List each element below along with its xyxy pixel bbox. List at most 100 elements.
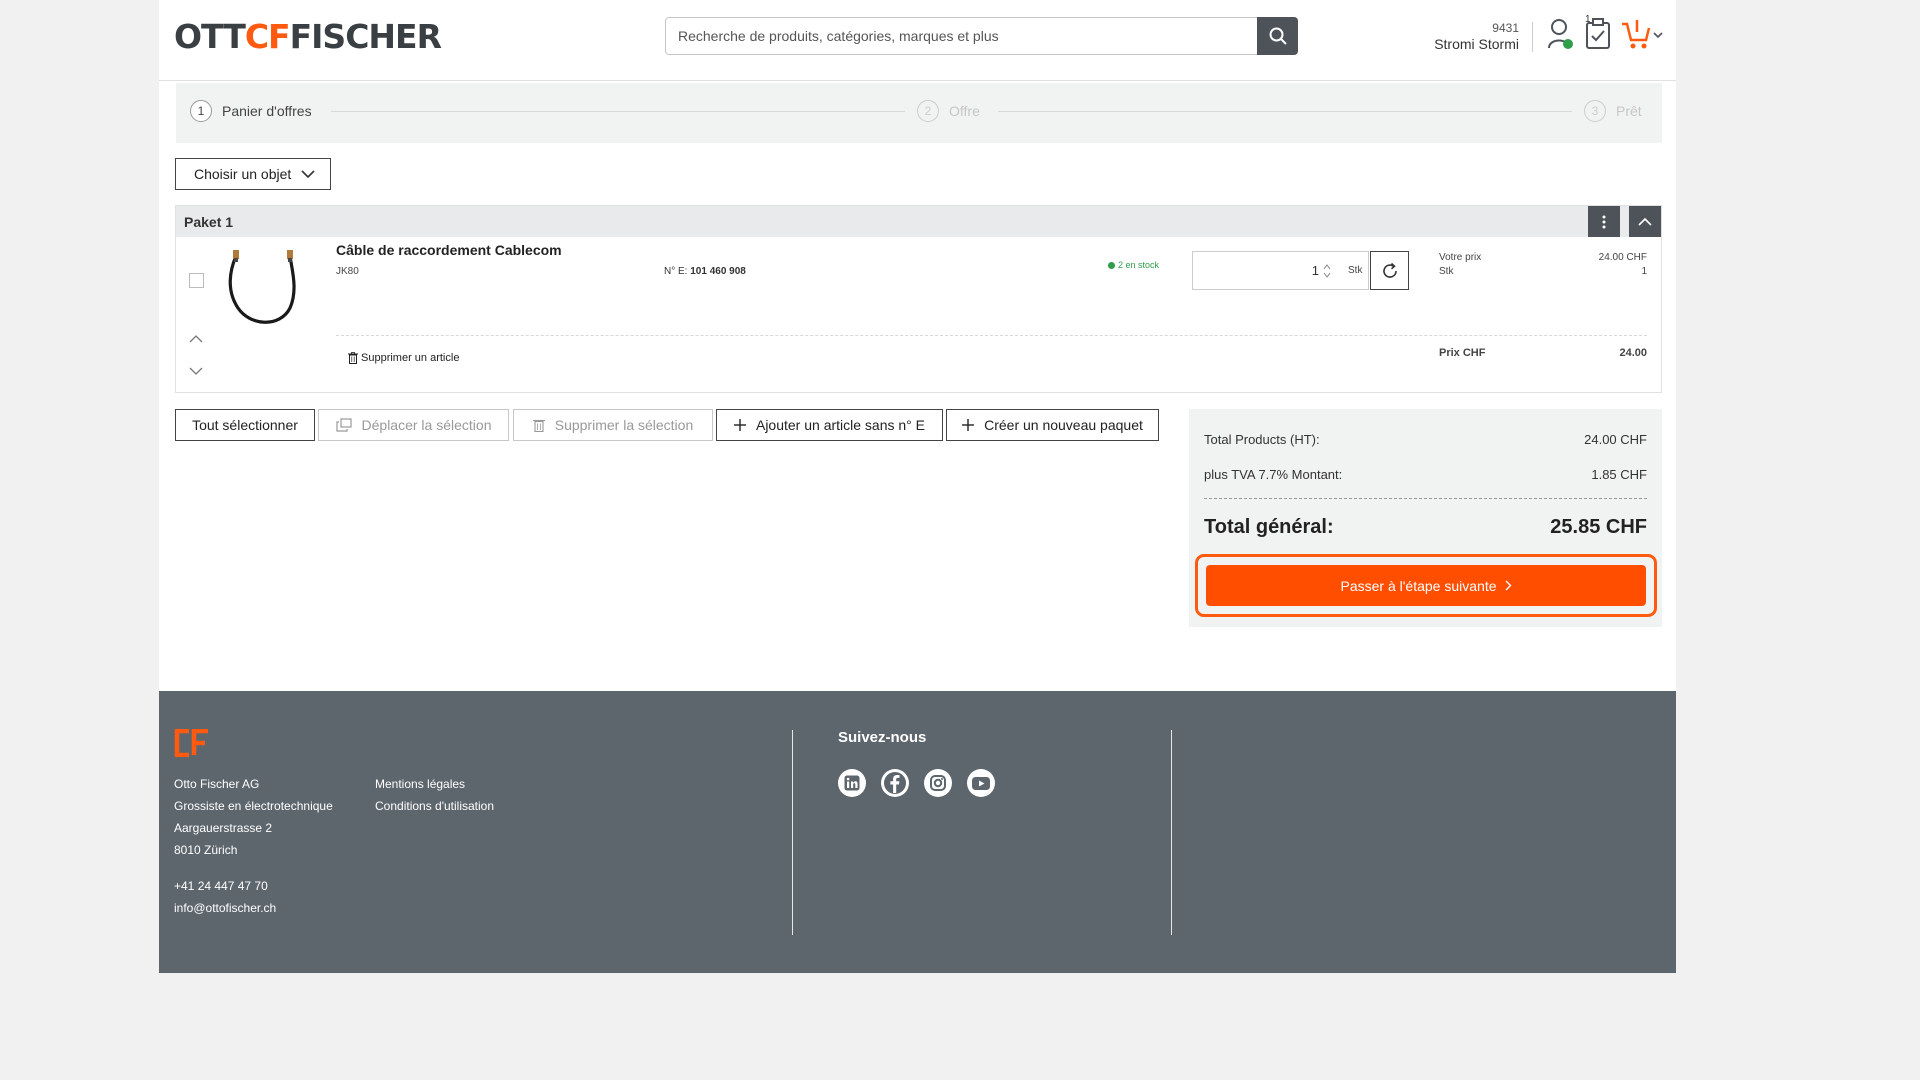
logo-text-right: FISCHER [289, 16, 442, 56]
footer-address: Otto Fischer AG Grossiste en électrotech… [174, 773, 333, 861]
quantity-stepper[interactable] [1323, 263, 1331, 279]
user-icon [1548, 19, 1573, 49]
step-2: 2 Offre [917, 100, 980, 122]
chevron-up-icon [189, 335, 203, 343]
stepper-arrows-icon [1323, 264, 1331, 278]
checkout-steps: 1 Panier d'offres 2 Offre 3 Prêt [176, 83, 1662, 143]
account-button[interactable] [1546, 16, 1576, 57]
price-value: 24.00 CHF [1598, 252, 1647, 263]
cable-image [228, 250, 296, 324]
footer: Otto Fischer AG Grossiste en électrotech… [159, 691, 1676, 973]
delete-selection-label: Supprimer la sélection [554, 417, 694, 433]
footer-divider [1171, 730, 1172, 935]
product-image[interactable] [224, 250, 304, 334]
footer-links: Mentions légales Conditions d'utilisatio… [375, 773, 494, 817]
step-3: 3 Prêt [1584, 100, 1642, 122]
move-selection-button[interactable]: Déplacer la sélection [318, 409, 509, 441]
trash-icon [532, 419, 545, 432]
search-bar [665, 17, 1298, 55]
refresh-quantity-button[interactable] [1370, 251, 1409, 290]
footer-divider [792, 730, 793, 935]
offers-badge: 1 [1585, 14, 1591, 25]
offers-button[interactable]: 1 [1583, 14, 1613, 57]
stock-dot-icon [1108, 261, 1115, 269]
item-separator [336, 335, 1647, 336]
follow-us-title: Suivez-nous [838, 729, 927, 746]
line-total-label: Prix CHF [1439, 347, 1486, 359]
create-package-label: Créer un nouveau paquet [984, 417, 1143, 433]
price-label: Votre prix [1439, 252, 1482, 263]
grand-total-value: 25.85 CHF [1550, 516, 1647, 538]
logo-text-left: OTT [174, 16, 246, 56]
header: OTTCFFISCHER 9431 Stromi Stormi 1 [159, 0, 1676, 81]
step-1: 1 Panier d'offres [190, 100, 312, 122]
item-checkbox[interactable] [189, 273, 204, 288]
package-collapse-button[interactable] [1629, 206, 1661, 237]
footer-phone[interactable]: +41 24 447 47 70 [174, 875, 276, 897]
youtube-link[interactable] [967, 769, 995, 797]
object-select[interactable]: Choisir un objet [175, 158, 331, 190]
cart-button[interactable] [1620, 16, 1666, 57]
step-2-label: Offre [949, 103, 980, 119]
search-input[interactable] [666, 18, 1256, 54]
products-total-row: Total Products (HT): 24.00 CHF [1204, 432, 1647, 447]
more-vertical-icon [1602, 215, 1606, 228]
move-selection-label: Déplacer la sélection [361, 417, 492, 433]
quantity-input[interactable] [1193, 252, 1321, 289]
search-button[interactable] [1257, 17, 1298, 55]
enumber-value: 101 460 908 [690, 266, 746, 277]
add-item-no-e-label: Ajouter un article sans n° E [755, 417, 926, 433]
move-down-button[interactable] [189, 363, 203, 381]
move-up-button[interactable] [189, 330, 203, 348]
next-step-highlight: Passer à l'étape suivante [1195, 554, 1657, 617]
linkedin-link[interactable] [838, 769, 866, 797]
logo-text-mid: CF [244, 16, 291, 56]
user-name: Stromi Stormi [1434, 36, 1519, 52]
unit-value: 1 [1641, 266, 1647, 277]
footer-link-terms[interactable]: Conditions d'utilisation [375, 795, 494, 817]
linkedin-icon [844, 775, 860, 791]
instagram-icon [930, 775, 946, 791]
package-title: Paket 1 [184, 214, 234, 230]
stock-text: 2 en stock [1118, 260, 1160, 270]
delete-selection-button[interactable]: Supprimer la sélection [513, 409, 713, 441]
step-3-number: 3 [1584, 100, 1606, 122]
ottofischer-logo[interactable]: OTT CF FISCHER [174, 16, 442, 56]
chevron-down-icon [301, 170, 315, 179]
add-item-no-e-button[interactable]: Ajouter un article sans n° E [716, 409, 943, 441]
footer-logo[interactable] [174, 728, 210, 762]
delete-item-label: Supprimer un article [361, 352, 460, 364]
package-menu-button[interactable] [1588, 206, 1620, 237]
next-step-label: Passer à l'étape suivante [1340, 577, 1497, 594]
chevron-down-icon [189, 367, 203, 375]
footer-email[interactable]: info@ottofischer.ch [174, 897, 276, 919]
chevron-up-icon [1638, 217, 1652, 226]
vat-label: plus TVA 7.7% Montant: [1204, 467, 1343, 482]
trash-icon [348, 352, 358, 364]
instagram-link[interactable] [924, 769, 952, 797]
user-info[interactable]: 9431 Stromi Stormi [1434, 20, 1519, 52]
facebook-link[interactable] [881, 769, 909, 797]
youtube-icon [972, 776, 990, 790]
delete-item-button[interactable]: Supprimer un article [348, 352, 459, 364]
select-all-button[interactable]: Tout sélectionner [175, 409, 315, 441]
enumber-label: N° E: [664, 266, 688, 277]
address-line: Otto Fischer AG [174, 777, 260, 791]
line-total-value: 24.00 [1619, 347, 1647, 359]
step-line-1 [331, 111, 905, 112]
cart-icon [1622, 20, 1663, 49]
copy-icon [335, 418, 352, 432]
create-package-button[interactable]: Créer un nouveau paquet [946, 409, 1159, 441]
footer-link-legal[interactable]: Mentions légales [375, 773, 494, 795]
next-step-button[interactable]: Passer à l'étape suivante [1206, 565, 1646, 606]
package-card: Paket 1 Câble de raccordement Cablecom J… [175, 205, 1662, 393]
order-summary: Total Products (HT): 24.00 CHF plus TVA … [1189, 409, 1662, 627]
totals-separator [1204, 498, 1647, 499]
product-name[interactable]: Câble de raccordement Cablecom [336, 242, 562, 258]
grand-total-label: Total général: [1204, 516, 1334, 538]
object-select-label: Choisir un objet [194, 166, 292, 182]
step-2-number: 2 [917, 100, 939, 122]
stock-status: 2 en stock [1108, 260, 1159, 270]
products-total-label: Total Products (HT): [1204, 432, 1320, 447]
address-line: Aargauerstrasse 2 [174, 821, 273, 835]
